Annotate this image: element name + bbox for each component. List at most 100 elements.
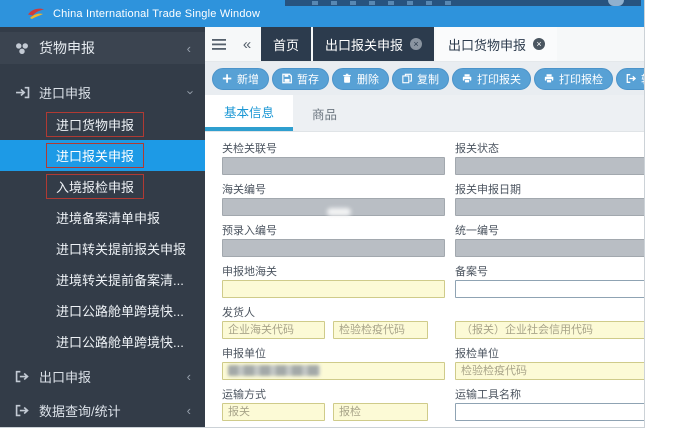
- tab-bar: « 首页出口报关申报×出口货物申报×: [205, 27, 645, 62]
- field-input[interactable]: [455, 321, 645, 339]
- cubes-icon: [14, 42, 30, 55]
- sidebar-item[interactable]: 进境转关提前备案清...: [0, 264, 205, 295]
- tab-close-icon[interactable]: ×: [533, 38, 545, 50]
- 转至报关-button[interactable]: 转至报关: [616, 68, 645, 90]
- field-wrap: [222, 197, 445, 216]
- sidebar-section-1[interactable]: 进口申报 ‹: [0, 77, 205, 107]
- form-cell-right: [455, 304, 645, 339]
- 暂存-button[interactable]: 暂存: [272, 68, 329, 90]
- single-window-logo-icon: [26, 6, 46, 21]
- field-label: [455, 304, 645, 317]
- 报关状态-input: [455, 157, 645, 175]
- 报关申报日期-input: [455, 198, 645, 216]
- field-label: 预录入编号: [222, 222, 445, 235]
- form-cell-left: 海关编号: [222, 181, 445, 216]
- 运输工具名称-input[interactable]: [455, 403, 645, 421]
- sidebar-section-label: 出口申报: [39, 367, 91, 386]
- field-wrap: [333, 402, 428, 421]
- field-group: [455, 402, 645, 421]
- sidebar-item[interactable]: 进口转关提前报关申报: [0, 233, 205, 264]
- field-group: [222, 402, 445, 421]
- sidebar-item-label: 进口公路舱单跨境快...: [46, 298, 194, 323]
- field-wrap: [222, 402, 325, 421]
- 备案号-input[interactable]: [455, 280, 645, 298]
- form-cell-right: 运输工具名称: [455, 386, 645, 421]
- sidebar-section-label: 数据查询/统计: [39, 401, 121, 420]
- sign-out-icon: [14, 370, 30, 383]
- toolbar: 新增 暂存 删除复制打印报关打印报检转至报关: [205, 62, 645, 95]
- 新增-button[interactable]: 新增: [212, 68, 269, 90]
- form-cell-left: 预录入编号: [222, 222, 445, 257]
- transfer-icon: [626, 73, 637, 84]
- sidebar: 货物申报 ‹ 进口申报‹进口货物申报进口报关申报入境报检申报进境备案清单申报进口…: [0, 27, 205, 428]
- sidebar-item[interactable]: 入境报检申报: [0, 171, 205, 202]
- tab-基本信息[interactable]: 基本信息: [205, 95, 293, 131]
- sidebar-submenu: 进口货物申报进口报关申报入境报检申报进境备案清单申报进口转关提前报关申报进境转关…: [0, 107, 205, 357]
- form-row: 预录入编号统一编号: [222, 222, 645, 257]
- tab-出口报关申报[interactable]: 出口报关申报 ×: [313, 27, 434, 61]
- 申报地海关-input[interactable]: [222, 280, 445, 298]
- 删除-button[interactable]: 删除: [332, 68, 389, 90]
- scroll-tabs-left-icon[interactable]: «: [233, 27, 261, 61]
- field-wrap: [222, 361, 445, 380]
- form-cell-left: 运输方式: [222, 386, 445, 421]
- declaration-form: 关检关联号报关状态海关编号报关申报日期预录入编号统一编号申报地海关备案号发货人申…: [205, 132, 645, 428]
- field-wrap: [222, 156, 445, 175]
- field-group: [455, 361, 645, 380]
- form-cell-right: 统一编号: [455, 222, 645, 257]
- tab-商品[interactable]: 商品: [293, 95, 356, 131]
- annotation-box: 进口货物申报: [46, 112, 144, 137]
- sign-in-icon: [14, 86, 30, 99]
- 运输方式-input[interactable]: [333, 403, 428, 421]
- form-cell-right: 报关申报日期: [455, 181, 645, 216]
- tab-首页[interactable]: 首页: [261, 27, 311, 61]
- 打印报检-button[interactable]: 打印报检: [534, 68, 613, 90]
- 复制-button[interactable]: 复制: [392, 68, 449, 90]
- tab-label: 出口报关申报: [325, 35, 403, 54]
- redaction-smudge: [327, 208, 351, 216]
- 发货人-input[interactable]: [222, 321, 325, 339]
- toolbar-button-label: 暂存: [297, 71, 319, 87]
- brand-title: China International Trade Single Window: [53, 8, 260, 20]
- field-label: 申报单位: [222, 345, 445, 358]
- field-label: 报检单位: [455, 345, 645, 358]
- sidebar-item-label: 进口公路舱单跨境快...: [46, 329, 194, 354]
- sidebar-root-cargo-declaration[interactable]: 货物申报 ‹: [0, 32, 205, 64]
- sidebar-section-3[interactable]: 数据查询/统计‹: [0, 395, 205, 425]
- sidebar-section-label: 进口申报: [39, 83, 91, 102]
- sidebar-item[interactable]: 进口货物申报: [0, 109, 205, 140]
- sidebar-item[interactable]: 进口公路舱单跨境快...: [0, 295, 205, 326]
- field-group: [455, 320, 645, 339]
- topbar: China International Trade Single Window: [0, 0, 644, 27]
- field-label: 报关申报日期: [455, 181, 645, 194]
- chevron-left-icon: ‹: [187, 370, 191, 383]
- tab-出口货物申报[interactable]: 出口货物申报×: [436, 27, 557, 61]
- chevron-left-icon: ‹: [187, 42, 191, 55]
- 打印报关-button[interactable]: 打印报关: [452, 68, 531, 90]
- 发货人-input[interactable]: [333, 321, 428, 339]
- field-wrap: [455, 361, 645, 380]
- main-area: « 首页出口报关申报×出口货物申报× 新增暂存删除复制打印报关打印报检转至报关 …: [205, 27, 645, 428]
- app-window: China International Trade Single Window …: [0, 0, 645, 428]
- form-row: 运输方式运输工具名称: [222, 386, 645, 421]
- field-label: 报关状态: [455, 140, 645, 153]
- tab-close-icon[interactable]: ×: [410, 38, 422, 50]
- sidebar-item-label: 进境转关提前备案清...: [46, 267, 194, 292]
- sidebar-item[interactable]: 进境备案清单申报: [0, 202, 205, 233]
- toolbar-button-label: 新增: [237, 71, 259, 87]
- field-wrap: [222, 279, 445, 298]
- 报检单位-input[interactable]: [455, 362, 645, 380]
- toolbar-button-label: 删除: [357, 71, 379, 87]
- sidebar-item[interactable]: 进口公路舱单跨境快...: [0, 326, 205, 357]
- chevron-down-icon: ‹: [182, 90, 195, 94]
- form-row: 申报单位报检单位: [222, 345, 645, 380]
- field-group: [222, 279, 445, 298]
- cropped-header-remnant: [285, 0, 641, 6]
- 运输方式-input[interactable]: [222, 403, 325, 421]
- page: { "brand": { "title": "China Internation…: [0, 0, 676, 442]
- sidebar-item[interactable]: 进口报关申报: [0, 140, 205, 171]
- save-icon: [282, 73, 293, 84]
- sidebar-toggle-icon[interactable]: [205, 27, 233, 61]
- form-cell-left: 申报地海关: [222, 263, 445, 298]
- sidebar-section-2[interactable]: 出口申报 ‹: [0, 361, 205, 391]
